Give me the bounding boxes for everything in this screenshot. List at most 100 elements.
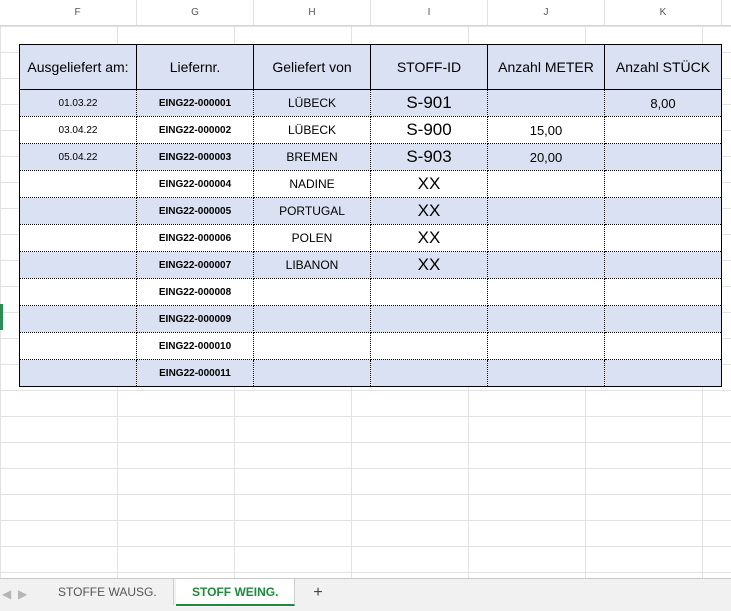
cell-geliefert-von[interactable]: LÜBECK <box>253 116 371 144</box>
header-anzahl-stueck[interactable]: Anzahl STÜCK <box>604 44 722 90</box>
cell-liefernr[interactable]: EING22-000007 <box>136 251 254 279</box>
cell-geliefert-von[interactable] <box>253 332 371 360</box>
cell-liefernr[interactable]: EING22-000011 <box>136 359 254 387</box>
cell-date[interactable] <box>19 251 137 279</box>
cell-meter[interactable] <box>487 197 605 225</box>
table-row: EING22-000006 POLEN XX <box>19 224 722 252</box>
cell-date[interactable] <box>19 197 137 225</box>
spreadsheet-grid[interactable]: F G H I J K Ausgeliefert am: Liefernr. G… <box>0 0 731 578</box>
cell-geliefert-von[interactable]: POLEN <box>253 224 371 252</box>
cell-liefernr[interactable]: EING22-000005 <box>136 197 254 225</box>
cell-stoff-id[interactable]: XX <box>370 197 488 225</box>
cell-liefernr[interactable]: EING22-000009 <box>136 305 254 333</box>
cell-stueck[interactable]: 8,00 <box>604 89 722 117</box>
cell-liefernr[interactable]: EING22-000008 <box>136 278 254 306</box>
cell-stoff-id[interactable] <box>370 278 488 306</box>
table-header-row: Ausgeliefert am: Liefernr. Geliefert von… <box>19 44 722 90</box>
table-row: 01.03.22 EING22-000001 LÜBECK S-901 8,00 <box>19 89 722 117</box>
cell-stoff-id[interactable]: XX <box>370 251 488 279</box>
table-row: EING22-000011 <box>19 359 722 387</box>
table-row: EING22-000004 NADINE XX <box>19 170 722 198</box>
cell-geliefert-von[interactable]: LIBANON <box>253 251 371 279</box>
column-header-f[interactable]: F <box>19 0 137 25</box>
cell-liefernr[interactable]: EING22-000004 <box>136 170 254 198</box>
cell-date[interactable]: 05.04.22 <box>19 143 137 171</box>
table-row: EING22-000008 <box>19 278 722 306</box>
table-row: 03.04.22 EING22-000002 LÜBECK S-900 15,0… <box>19 116 722 144</box>
cell-meter[interactable] <box>487 305 605 333</box>
column-header-k[interactable]: K <box>605 0 722 25</box>
table-row: 05.04.22 EING22-000003 BREMEN S-903 20,0… <box>19 143 722 171</box>
cell-stueck[interactable] <box>604 278 722 306</box>
cell-stueck[interactable] <box>604 170 722 198</box>
cell-liefernr[interactable]: EING22-000002 <box>136 116 254 144</box>
cell-stoff-id[interactable]: S-901 <box>370 89 488 117</box>
header-stoff-id[interactable]: STOFF-ID <box>370 44 488 90</box>
table-row: EING22-000010 <box>19 332 722 360</box>
row-selection-marker <box>0 304 3 330</box>
sheet-tab-bar: ◀ ▶ STOFFE WAUSG. STOFF WEING. + <box>0 578 731 611</box>
column-header-h[interactable]: H <box>254 0 371 25</box>
cell-stueck[interactable] <box>604 305 722 333</box>
table-row: EING22-000007 LIBANON XX <box>19 251 722 279</box>
cell-date[interactable] <box>19 170 137 198</box>
cell-geliefert-von[interactable]: BREMEN <box>253 143 371 171</box>
cell-geliefert-von[interactable]: LÜBECK <box>253 89 371 117</box>
cell-meter[interactable] <box>487 224 605 252</box>
cell-date[interactable]: 03.04.22 <box>19 116 137 144</box>
cell-meter[interactable] <box>487 359 605 387</box>
cell-stoff-id[interactable]: XX <box>370 224 488 252</box>
cell-geliefert-von[interactable] <box>253 278 371 306</box>
delivery-table: Ausgeliefert am: Liefernr. Geliefert von… <box>19 44 722 387</box>
cell-meter[interactable] <box>487 89 605 117</box>
cell-liefernr[interactable]: EING22-000010 <box>136 332 254 360</box>
scroll-tabs-left-icon[interactable]: ◀ <box>2 587 11 601</box>
cell-stueck[interactable] <box>604 359 722 387</box>
cell-meter[interactable] <box>487 332 605 360</box>
cell-meter[interactable]: 20,00 <box>487 143 605 171</box>
cell-liefernr[interactable]: EING22-000006 <box>136 224 254 252</box>
scroll-tabs-right-icon[interactable]: ▶ <box>18 587 27 601</box>
cell-date[interactable] <box>19 305 137 333</box>
cell-liefernr[interactable]: EING22-000003 <box>136 143 254 171</box>
cell-liefernr[interactable]: EING22-000001 <box>136 89 254 117</box>
cell-geliefert-von[interactable] <box>253 359 371 387</box>
column-header-bar: F G H I J K <box>0 0 731 26</box>
cell-geliefert-von[interactable]: PORTUGAL <box>253 197 371 225</box>
cell-stueck[interactable] <box>604 332 722 360</box>
table-row: EING22-000005 PORTUGAL XX <box>19 197 722 225</box>
column-header-j[interactable]: J <box>488 0 605 25</box>
header-geliefert-von[interactable]: Geliefert von <box>253 44 371 90</box>
cell-stoff-id[interactable]: XX <box>370 170 488 198</box>
add-sheet-icon[interactable]: + <box>306 581 330 605</box>
column-header-g[interactable]: G <box>137 0 254 25</box>
cell-stoff-id[interactable]: S-903 <box>370 143 488 171</box>
cell-stoff-id[interactable] <box>370 305 488 333</box>
cell-stoff-id[interactable] <box>370 332 488 360</box>
cell-stueck[interactable] <box>604 224 722 252</box>
header-ausgeliefert-am[interactable]: Ausgeliefert am: <box>19 44 137 90</box>
cell-date[interactable] <box>19 359 137 387</box>
tab-stoff-weing[interactable]: STOFF WEING. <box>176 579 296 606</box>
cell-stueck[interactable] <box>604 251 722 279</box>
header-liefernr[interactable]: Liefernr. <box>136 44 254 90</box>
cell-meter[interactable] <box>487 251 605 279</box>
cell-meter[interactable]: 15,00 <box>487 116 605 144</box>
cell-date[interactable] <box>19 224 137 252</box>
cell-geliefert-von[interactable] <box>253 305 371 333</box>
header-anzahl-meter[interactable]: Anzahl METER <box>487 44 605 90</box>
tab-stoffe-wausg[interactable]: STOFFE WAUSG. <box>42 579 174 605</box>
table-row: EING22-000009 <box>19 305 722 333</box>
cell-stueck[interactable] <box>604 116 722 144</box>
cell-stoff-id[interactable]: S-900 <box>370 116 488 144</box>
cell-date[interactable] <box>19 278 137 306</box>
cell-date[interactable] <box>19 332 137 360</box>
cell-geliefert-von[interactable]: NADINE <box>253 170 371 198</box>
cell-meter[interactable] <box>487 278 605 306</box>
cell-date[interactable]: 01.03.22 <box>19 89 137 117</box>
column-header-i[interactable]: I <box>371 0 488 25</box>
cell-stoff-id[interactable] <box>370 359 488 387</box>
cell-stueck[interactable] <box>604 197 722 225</box>
cell-stueck[interactable] <box>604 143 722 171</box>
cell-meter[interactable] <box>487 170 605 198</box>
